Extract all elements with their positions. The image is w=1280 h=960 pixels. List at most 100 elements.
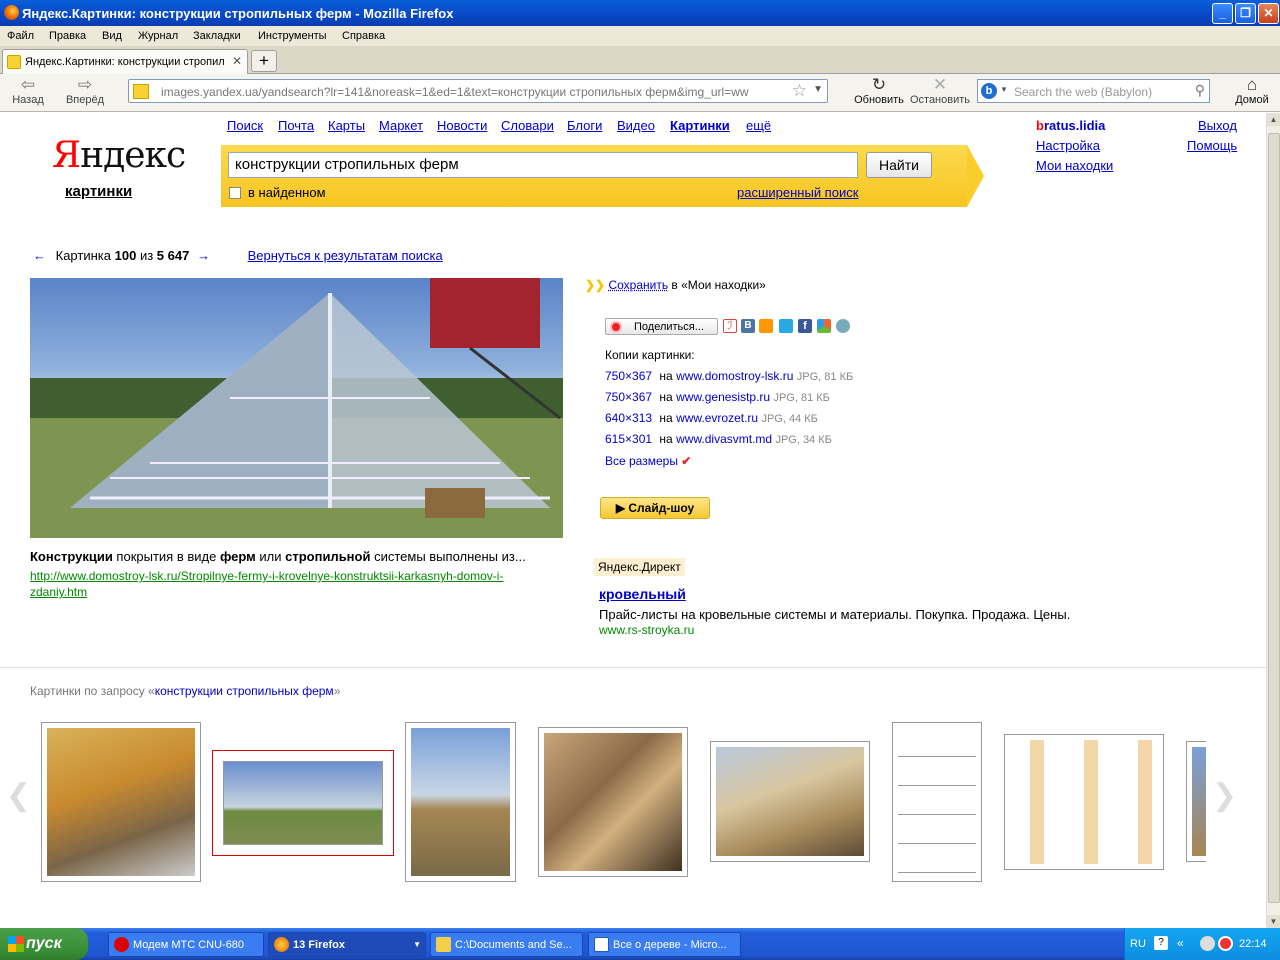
help-link[interactable]: Помощь: [1187, 138, 1237, 153]
yandex-direct-label[interactable]: Яндекс.Директ: [594, 558, 685, 576]
copy-size-link[interactable]: 750×367: [605, 369, 652, 383]
tab-active[interactable]: Яндекс.Картинки: конструкции стропиль...…: [2, 49, 248, 74]
share-button[interactable]: Поделиться...: [605, 318, 718, 335]
logout-link[interactable]: Выход: [1198, 118, 1237, 133]
search-bar[interactable]: b ▼ Search the web (Babylon) ⚲: [977, 79, 1210, 103]
scroll-up-icon[interactable]: ▲: [1267, 113, 1280, 126]
menu-history[interactable]: Журнал: [138, 30, 178, 42]
copy-site-link[interactable]: www.divasvmt.md: [676, 432, 772, 446]
moimir-icon[interactable]: [817, 319, 831, 333]
facebook-icon[interactable]: f: [798, 319, 812, 333]
service-images[interactable]: Картинки: [670, 118, 730, 133]
maximize-button[interactable]: ❐: [1235, 3, 1256, 24]
user-name[interactable]: bratus.lidia: [1036, 118, 1105, 133]
menu-help[interactable]: Справка: [342, 30, 385, 42]
yandex-logo[interactable]: Яндекс: [52, 135, 186, 176]
reload-button[interactable]: ↻ Обновить: [850, 76, 908, 107]
language-indicator[interactable]: RU: [1130, 938, 1146, 950]
main-image[interactable]: [30, 278, 563, 538]
scroll-thumb[interactable]: [1268, 133, 1280, 903]
ad-url[interactable]: www.rs-stroyka.ru: [599, 623, 694, 637]
babylon-engine-icon[interactable]: b: [981, 83, 997, 99]
in-found-checkbox[interactable]: [229, 187, 241, 199]
service-maps[interactable]: Карты: [328, 118, 365, 133]
opera-icon[interactable]: [1218, 936, 1233, 951]
menu-edit[interactable]: Правка: [49, 30, 86, 42]
tray-arrow-icon[interactable]: «: [1177, 936, 1184, 950]
stop-button[interactable]: ✕ Остановить: [907, 76, 973, 107]
start-button[interactable]: пуск: [0, 928, 88, 960]
copy-site-link[interactable]: www.domostroy-lsk.ru: [676, 369, 793, 383]
twitter-icon[interactable]: [779, 319, 793, 333]
all-sizes-link[interactable]: Все размеры: [605, 454, 678, 468]
next-image-arrow[interactable]: →: [197, 248, 210, 263]
save-link[interactable]: Сохранить: [608, 278, 668, 292]
task-group-arrow-icon[interactable]: ▼: [413, 940, 421, 949]
copy-site-link[interactable]: www.evrozet.ru: [676, 411, 758, 425]
new-tab-button[interactable]: +: [251, 50, 277, 72]
help-icon[interactable]: ?: [1154, 936, 1168, 950]
copy-site-link[interactable]: www.genesistp.ru: [676, 390, 770, 404]
vertical-scrollbar[interactable]: ▲ ▼: [1266, 113, 1280, 928]
blog-icon[interactable]: [836, 319, 850, 333]
tray-app-icon[interactable]: [1200, 936, 1215, 951]
copy-size-link[interactable]: 750×367: [605, 390, 652, 404]
thumbnail[interactable]: [710, 741, 870, 862]
address-bar[interactable]: images.yandex.ua/yandsearch?lr=141&norea…: [128, 79, 828, 103]
search-icon[interactable]: ⚲: [1195, 82, 1205, 99]
service-market[interactable]: Маркет: [379, 118, 423, 133]
url-text[interactable]: images.yandex.ua/yandsearch?lr=141&norea…: [161, 85, 797, 99]
ad-title-link[interactable]: кровельный: [599, 586, 686, 602]
menu-view[interactable]: Вид: [102, 30, 122, 42]
task-word[interactable]: Все о дереве - Micro...: [588, 932, 741, 957]
section-name[interactable]: картинки: [65, 183, 132, 200]
back-button[interactable]: ⇦ Назад: [8, 76, 48, 107]
advanced-search-link[interactable]: расширенный поиск: [737, 185, 858, 200]
url-dropdown-icon[interactable]: ▼: [813, 84, 823, 95]
find-button[interactable]: Найти: [866, 152, 932, 178]
thumbnail[interactable]: [1004, 734, 1164, 870]
in-found-label[interactable]: в найденном: [248, 185, 326, 200]
my-finds-link[interactable]: Мои находки: [1036, 158, 1113, 173]
thumbnail[interactable]: [1186, 741, 1206, 862]
bookmark-star-icon[interactable]: ☆: [792, 81, 807, 101]
odnoklassniki-icon[interactable]: [759, 319, 773, 333]
search-placeholder[interactable]: Search the web (Babylon): [1014, 85, 1152, 99]
service-search[interactable]: Поиск: [227, 118, 263, 133]
related-query-link[interactable]: конструкции стропильных ферм: [155, 684, 334, 698]
home-button[interactable]: ⌂ Домой: [1230, 76, 1274, 107]
service-video[interactable]: Видео: [617, 118, 655, 133]
minimize-button[interactable]: _: [1212, 3, 1233, 24]
service-more[interactable]: ещё: [746, 118, 771, 133]
scroll-down-icon[interactable]: ▼: [1267, 915, 1280, 928]
source-url-link[interactable]: http://www.domostroy-lsk.ru/Stropilnye-f…: [30, 568, 550, 600]
slideshow-button[interactable]: ▶ Слайд-шоу: [600, 497, 710, 519]
prev-image-arrow[interactable]: ←: [33, 248, 46, 263]
back-to-results-link[interactable]: Вернуться к результатам поиска: [248, 248, 443, 263]
forward-button[interactable]: ⇨ Вперёд: [60, 76, 110, 107]
thumbnail[interactable]: [41, 722, 201, 882]
task-modem[interactable]: Модем МТС CNU-680: [108, 932, 264, 957]
task-firefox[interactable]: 13 Firefox ▼: [268, 932, 426, 957]
service-dictionaries[interactable]: Словари: [501, 118, 554, 133]
thumbnail[interactable]: [405, 722, 516, 882]
thumbnail-selected[interactable]: [212, 750, 394, 856]
livejournal-icon[interactable]: ℐ: [723, 319, 737, 333]
service-blogs[interactable]: Блоги: [567, 118, 602, 133]
menu-file[interactable]: Файл: [7, 30, 34, 42]
menu-bookmarks[interactable]: Закладки: [193, 30, 241, 42]
copy-size-link[interactable]: 615×301: [605, 432, 652, 446]
task-explorer[interactable]: C:\Documents and Se...: [430, 932, 583, 957]
close-button[interactable]: ✕: [1258, 3, 1279, 24]
query-input[interactable]: конструкции стропильных ферм: [228, 152, 858, 178]
carousel-prev-icon[interactable]: ❮: [6, 778, 31, 813]
vkontakte-icon[interactable]: В: [741, 319, 755, 333]
menu-tools[interactable]: Инструменты: [258, 30, 327, 42]
service-mail[interactable]: Почта: [278, 118, 314, 133]
tab-close-icon[interactable]: ✕: [232, 54, 242, 68]
engine-dropdown-icon[interactable]: ▼: [1000, 85, 1008, 94]
thumbnail[interactable]: [538, 727, 688, 877]
copy-size-link[interactable]: 640×313: [605, 411, 652, 425]
carousel-next-icon[interactable]: ❯: [1212, 778, 1237, 813]
thumbnail[interactable]: [892, 722, 982, 882]
